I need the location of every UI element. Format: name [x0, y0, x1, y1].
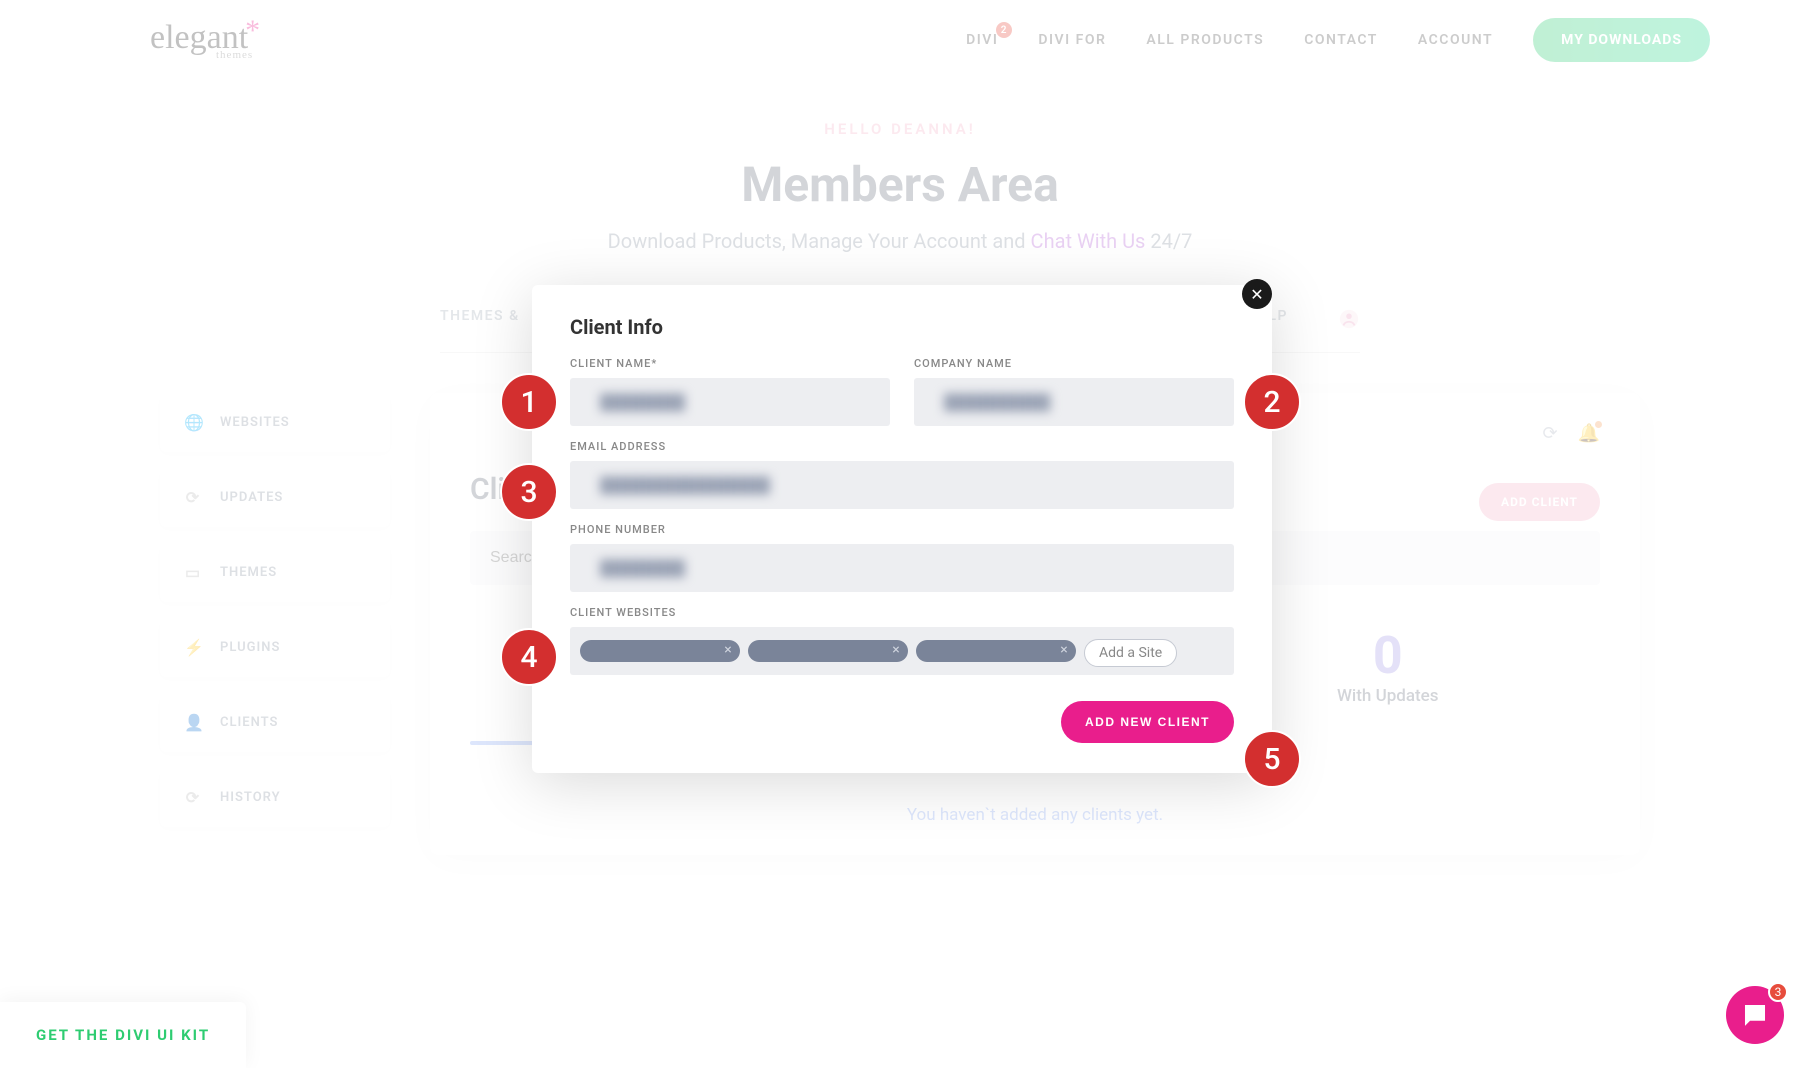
- company-input[interactable]: ██████████: [914, 378, 1234, 426]
- email-label: EMAIL ADDRESS: [570, 440, 1234, 453]
- company-label: COMPANY NAME: [914, 357, 1234, 370]
- annotation-5: 5: [1243, 730, 1301, 788]
- sidebar-item-websites[interactable]: 🌐 WEBSITES: [160, 393, 390, 452]
- email-input[interactable]: ████████████████: [570, 461, 1234, 509]
- add-client-button[interactable]: ADD CLIENT: [1479, 483, 1600, 521]
- logo[interactable]: elegant* themes: [150, 19, 263, 61]
- user-icon: 👤: [184, 713, 202, 732]
- tag-remove-icon[interactable]: ×: [888, 642, 904, 658]
- client-name-label: CLIENT NAME*: [570, 357, 890, 370]
- logo-text: elegant: [150, 19, 248, 56]
- subtitle: Download Products, Manage Your Account a…: [0, 229, 1800, 253]
- globe-icon: 🌐: [184, 413, 202, 432]
- chat-widget[interactable]: 3: [1726, 986, 1784, 1044]
- notification-dot: [1595, 421, 1602, 428]
- stat-updates: 0 With Updates: [1337, 625, 1439, 706]
- nav-all-products[interactable]: ALL PRODUCTS: [1146, 32, 1264, 48]
- stat-number: 0: [1337, 625, 1439, 686]
- sidebar-item-themes[interactable]: ▭ THEMES: [160, 543, 390, 602]
- stat-label: With Updates: [1337, 686, 1439, 706]
- refresh-icon[interactable]: ⟳: [1542, 423, 1557, 444]
- my-downloads-button[interactable]: MY DOWNLOADS: [1533, 18, 1710, 62]
- refresh-icon: ⟳: [184, 488, 202, 507]
- sidebar-item-updates[interactable]: ⟳ UPDATES: [160, 468, 390, 527]
- add-new-client-button[interactable]: ADD NEW CLIENT: [1061, 701, 1234, 743]
- chat-link[interactable]: Chat With Us: [1031, 229, 1146, 253]
- annotation-4: 4: [500, 628, 558, 686]
- annotation-3: 3: [500, 463, 558, 521]
- logo-star-icon: *: [245, 14, 260, 47]
- progress-bar: [470, 741, 540, 745]
- sidebar-item-history[interactable]: ⟳ HISTORY: [160, 768, 390, 827]
- phone-input[interactable]: ████████: [570, 544, 1234, 592]
- main-nav: DIVI 2 DIVI FOR ALL PRODUCTS CONTACT ACC…: [966, 18, 1710, 62]
- page-title: Members Area: [0, 156, 1800, 213]
- nav-contact[interactable]: CONTACT: [1304, 32, 1378, 48]
- close-icon[interactable]: ✕: [1242, 279, 1272, 309]
- annotation-1: 1: [500, 373, 558, 431]
- tag-remove-icon[interactable]: ×: [720, 642, 736, 658]
- history-icon: ⟳: [184, 788, 202, 807]
- phone-label: PHONE NUMBER: [570, 523, 1234, 536]
- chat-badge: 3: [1768, 982, 1788, 1002]
- nav-badge: 2: [996, 22, 1012, 38]
- website-tag[interactable]: ×: [748, 640, 908, 662]
- ui-kit-banner[interactable]: GET THE DIVI UI KIT: [0, 1002, 246, 1068]
- greeting: HELLO DEANNA!: [0, 120, 1800, 138]
- client-name-input[interactable]: ████████: [570, 378, 890, 426]
- nav-divi[interactable]: DIVI 2: [966, 32, 998, 48]
- add-site-button[interactable]: Add a Site: [1084, 639, 1177, 667]
- client-info-modal: ✕ Client Info CLIENT NAME* ████████ COMP…: [532, 285, 1272, 773]
- websites-label: CLIENT WEBSITES: [570, 606, 1234, 619]
- sidebar: 🌐 WEBSITES ⟳ UPDATES ▭ THEMES ⚡ PLUGINS …: [160, 393, 390, 855]
- nav-account[interactable]: ACCOUNT: [1418, 32, 1493, 48]
- card-icon: ▭: [184, 563, 202, 582]
- user-icon[interactable]: [1338, 308, 1360, 336]
- plug-icon: ⚡: [184, 638, 202, 657]
- website-tag[interactable]: ×: [580, 640, 740, 662]
- bell-icon[interactable]: 🔔: [1578, 423, 1600, 444]
- annotation-2: 2: [1243, 373, 1301, 431]
- empty-message: You haven`t added any clients yet.: [470, 805, 1600, 825]
- website-tag[interactable]: ×: [916, 640, 1076, 662]
- sidebar-item-clients[interactable]: 👤 CLIENTS: [160, 693, 390, 752]
- tag-remove-icon[interactable]: ×: [1056, 642, 1072, 658]
- modal-title: Client Info: [570, 315, 1234, 339]
- tab-themes[interactable]: THEMES &: [440, 308, 520, 336]
- websites-tags-input[interactable]: × × × Add a Site: [570, 627, 1234, 675]
- nav-divi-for[interactable]: DIVI FOR: [1038, 32, 1106, 48]
- sidebar-item-plugins[interactable]: ⚡ PLUGINS: [160, 618, 390, 677]
